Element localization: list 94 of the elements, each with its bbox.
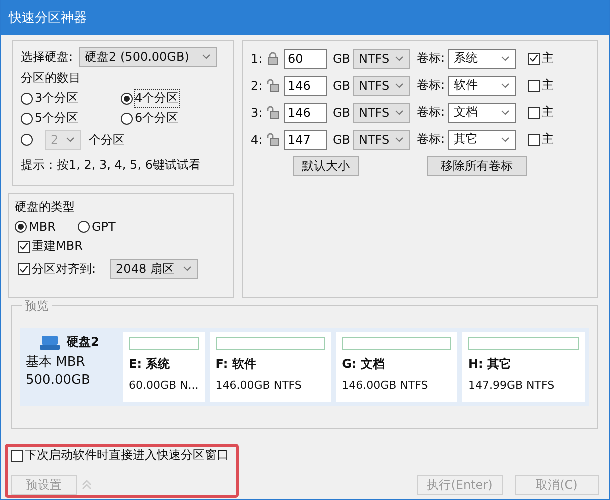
volume-detail: 147.99GB NTFS — [468, 379, 556, 392]
partition-card[interactable]: F: 软件 146.00GB NTFS — [210, 332, 332, 402]
unlock-icon[interactable] — [267, 106, 279, 119]
volume-name: H: 其它 — [468, 356, 512, 373]
size-field[interactable]: 146 — [284, 102, 327, 122]
checkbox[interactable] — [528, 80, 540, 92]
volume-label-caption: 卷标: — [417, 77, 446, 94]
radio-button[interactable] — [15, 221, 27, 233]
disk-icon — [40, 336, 60, 350]
checkbox[interactable] — [18, 240, 30, 252]
caret-icon — [501, 110, 510, 116]
radio-button[interactable] — [121, 112, 133, 124]
default-size-button[interactable]: 默认大小 — [293, 156, 359, 176]
checkbox-label: 主 — [542, 50, 554, 67]
caret-icon — [66, 137, 75, 143]
caret-icon — [395, 82, 404, 88]
checkbox[interactable] — [528, 52, 540, 64]
filesystem-dropdown[interactable]: NTFS — [353, 76, 410, 96]
volume-label-dropdown[interactable]: 软件 — [448, 76, 516, 96]
partition-number: 1: — [251, 52, 264, 66]
checkbox-label: 主 — [542, 131, 554, 148]
disk-name: 硬盘2 — [67, 334, 100, 351]
radio-button[interactable] — [121, 92, 133, 104]
radio-label: 6个分区 — [135, 110, 179, 127]
disk-select-label: 选择硬盘: — [21, 48, 74, 66]
partition-card[interactable]: G: 文档 146.00GB NTFS — [336, 332, 458, 402]
volume-label-caption: 卷标: — [417, 104, 446, 121]
filesystem-dropdown[interactable]: NTFS — [353, 102, 410, 122]
section-label: 硬盘的类型 — [15, 199, 76, 216]
radio-button[interactable] — [78, 221, 90, 233]
partition-card[interactable]: E: 系统 60.00GB N... — [123, 332, 205, 402]
volume-detail: 146.00GB NTFS — [342, 379, 430, 392]
preview-legend: 预览 — [22, 298, 52, 315]
filesystem-dropdown[interactable]: NTFS — [353, 48, 410, 68]
unit-label: GB — [333, 78, 352, 92]
window-title: 快速分区神器 — [9, 10, 87, 26]
filesystem-dropdown[interactable]: NTFS — [353, 130, 410, 150]
radio-label: 3个分区 — [35, 90, 79, 107]
volume-label-dropdown[interactable]: 其它 — [448, 130, 516, 150]
checkbox[interactable] — [18, 263, 30, 275]
usage-bar — [129, 337, 199, 350]
caret-icon — [501, 56, 510, 62]
caret-icon — [501, 136, 510, 142]
volume-label-dropdown[interactable]: 系统 — [448, 48, 516, 68]
volume-detail: 60.00GB N... — [129, 379, 199, 392]
caret-icon — [202, 54, 212, 60]
lock-icon[interactable] — [267, 52, 279, 65]
checkbox[interactable] — [528, 134, 540, 146]
unit-label: GB — [333, 132, 352, 146]
volume-name: E: 系统 — [129, 356, 172, 373]
partition-number: 3: — [251, 106, 264, 120]
caret-icon — [395, 110, 404, 116]
volume-label-dropdown[interactable]: 文档 — [448, 102, 516, 122]
disk-card[interactable]: 硬盘2 基本 MBR 500.00GB — [24, 332, 118, 402]
radio-label: 4个分区 — [135, 90, 179, 107]
radio-label: MBR — [29, 220, 56, 234]
caret-icon — [501, 82, 510, 88]
unlock-icon[interactable] — [267, 133, 279, 146]
partition-card[interactable]: H: 其它 147.99GB NTFS — [462, 332, 585, 402]
radio-label: 5个分区 — [35, 110, 79, 127]
unit-label: GB — [333, 52, 352, 66]
volume-label-caption: 卷标: — [417, 50, 446, 67]
hint-text: 提示：按1, 2, 3, 4, 5, 6键试试看 — [21, 157, 202, 174]
radio-button[interactable] — [21, 112, 33, 124]
unit-label: GB — [333, 106, 352, 120]
unlock-icon[interactable] — [267, 79, 279, 92]
caret-icon — [395, 56, 404, 62]
volume-label-caption: 卷标: — [417, 131, 446, 148]
disk-dropdown[interactable]: 硬盘2 (500.00GB) — [79, 47, 218, 67]
count-suffix: 个分区 — [89, 132, 125, 148]
volume-name: F: 软件 — [216, 356, 258, 373]
size-field[interactable]: 60 — [284, 48, 327, 68]
alignment-dropdown[interactable]: 2048 扇区 — [110, 259, 198, 279]
remove-labels-button[interactable]: 移除所有卷标 — [427, 156, 527, 176]
radio-label: GPT — [92, 220, 116, 234]
section-label: 分区的数目 — [21, 70, 82, 87]
caret-icon — [183, 266, 192, 272]
checkbox-label: 主 — [542, 104, 554, 121]
size-field[interactable]: 147 — [284, 130, 327, 150]
checkbox[interactable] — [528, 106, 540, 118]
radio-button[interactable] — [21, 92, 33, 104]
volume-detail: 146.00GB NTFS — [216, 379, 303, 392]
partition-number: 4: — [251, 132, 264, 146]
checkbox[interactable] — [11, 450, 23, 462]
checkbox-label: 重建MBR — [32, 238, 83, 255]
caret-icon — [395, 136, 404, 142]
size-field[interactable]: 146 — [284, 76, 327, 96]
checkbox-label: 分区对齐到: — [32, 260, 96, 278]
disk-size: 500.00GB — [26, 373, 92, 388]
disk-type: 基本 MBR — [26, 354, 86, 371]
checkbox-label: 下次启动软件时直接进入快速分区窗口 — [25, 447, 229, 464]
partition-number: 2: — [251, 78, 264, 92]
checkbox-label: 主 — [542, 77, 554, 94]
volume-name: G: 文档 — [342, 356, 386, 373]
